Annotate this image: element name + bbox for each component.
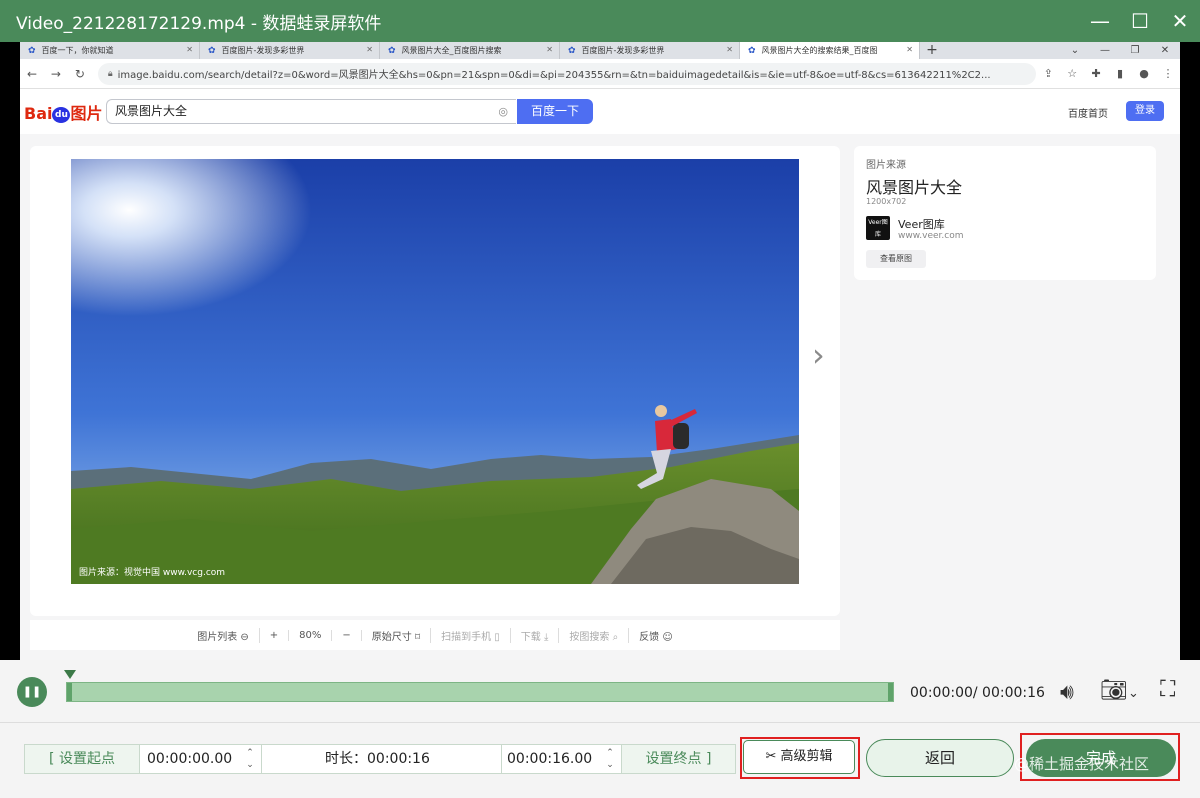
trim-range-bar: [ 设置起点 00:00:00.00 ⌃ ⌄ 时长：00:00:16 00:00:… [24, 744, 736, 774]
browser-tab[interactable]: ✿ 百度图片-发现多彩世界 ✕ [200, 42, 380, 59]
bracket-left-icon: [ [49, 751, 59, 767]
source-label: 图片来源 [866, 160, 906, 171]
baidu-header: Bai du 图片 风景图片大全 ◎ 百度一下 百度首页 登录 [20, 90, 1180, 134]
start-time-input[interactable]: 00:00:00.00 [147, 745, 243, 773]
tab-close-icon[interactable]: ✕ [366, 45, 373, 54]
tab-favicon-icon: ✿ [748, 45, 756, 56]
watermark-text: @稀土掘金技术社区 [1014, 755, 1150, 773]
scissors-icon: ✂ [765, 749, 781, 764]
restore-icon[interactable]: ❐ [1120, 42, 1150, 59]
zoom-in-button[interactable]: + [260, 629, 290, 641]
url-text: image.baidu.com/search/detail?z=0&word=风… [117, 70, 991, 81]
tab-favicon-icon: ✿ [568, 45, 576, 56]
bracket-right-icon: ] [701, 751, 712, 767]
veer-logo: Veer图库 [866, 216, 890, 240]
playback-bar: ❚❚ 00:00:00/ 00:00:16 🔊︎ 📷︎⌄ ⛶ [0, 660, 1200, 722]
menu-icon[interactable]: ⋮ [1156, 67, 1180, 80]
trim-end-handle[interactable] [888, 683, 893, 701]
image-dimensions: 1200x702 [866, 197, 907, 206]
camera-icon[interactable]: ◎ [498, 100, 508, 123]
profile-icon[interactable]: ● [1132, 67, 1156, 80]
image-list-button[interactable]: 图片列表 ⊖ [187, 627, 260, 643]
browser-tab[interactable]: ✿ 百度图片-发现多彩世界 ✕ [560, 42, 740, 59]
next-arrow-icon[interactable]: › [812, 336, 825, 374]
timecode: 00:00:00/ 00:00:16 [910, 685, 1045, 701]
scan-to-phone-button[interactable]: 扫描到手机 ▯ [431, 627, 511, 643]
tab-favicon-icon: ✿ [388, 45, 396, 56]
reload-icon[interactable]: ↻ [68, 67, 92, 81]
screenshot-camera-icon[interactable]: 📷︎⌄ [1100, 678, 1139, 703]
chevron-down-icon[interactable]: ⌄ [1128, 686, 1139, 701]
landscape-photo[interactable]: 图片来源：视觉中国 www.vcg.com [71, 159, 799, 584]
tab-favicon-icon: ✿ [28, 45, 36, 56]
viewer-toolbar: 图片列表 ⊖ + 80% − 原始尺寸 ⌑ 扫描到手机 ▯ 下载 ⤓ 按图搜索 … [30, 620, 840, 650]
browser-address-bar: ← → ↻ 🔒︎ image.baidu.com/search/detail?z… [20, 59, 1180, 89]
timeline-track[interactable] [66, 682, 894, 702]
image-detail-area: 图片来源：视觉中国 www.vcg.com › 图片列表 ⊖ + 80% − 原… [20, 134, 1180, 660]
landscape-photo-graphic [71, 159, 799, 584]
window-title: Video_221228172129.mp4 - 数据蛙录屏软件 [16, 13, 382, 34]
recorded-browser-screen: ✿ 百度一下，你就知道 ✕ ✿ 百度图片-发现多彩世界 ✕ ✿ 风景图片大全_百度图片搜索… [20, 42, 1180, 660]
original-size-button[interactable]: 原始尺寸 ⌑ [362, 627, 432, 643]
browser-tab-active[interactable]: ✿ 风景图片大全的搜索结果_百度图 ✕ [740, 42, 920, 59]
video-preview[interactable]: ✿ 百度一下，你就知道 ✕ ✿ 百度图片-发现多彩世界 ✕ ✿ 风景图片大全_百度图片搜索… [0, 42, 1200, 660]
login-button[interactable]: 登录 [1126, 101, 1164, 121]
minimize-icon[interactable]: — [1090, 42, 1120, 59]
maximize-icon[interactable]: ☐ [1120, 0, 1160, 42]
feedback-button[interactable]: 反馈 ☺ [629, 628, 683, 643]
star-icon[interactable]: ☆ [1060, 67, 1084, 80]
photo-credit: 图片来源：视觉中国 www.vcg.com [79, 568, 226, 578]
back-arrow-icon[interactable]: ← [20, 67, 44, 81]
download-button[interactable]: 下载 ⤓ [511, 627, 560, 643]
app-title-bar: Video_221228172129.mp4 - 数据蛙录屏软件 — ☐ ✕ [0, 0, 1200, 42]
baidu-logo[interactable]: Bai du 图片 [24, 100, 103, 124]
tab-close-icon[interactable]: ✕ [906, 45, 913, 54]
tab-favicon-icon: ✿ [208, 45, 216, 56]
advanced-edit-button[interactable]: ✂ 高级剪辑 [743, 740, 855, 774]
source-url[interactable]: www.veer.com [898, 231, 963, 241]
home-link[interactable]: 百度首页 [1068, 105, 1108, 120]
tab-close-icon[interactable]: ✕ [726, 45, 733, 54]
browser-tab[interactable]: ✿ 风景图片大全_百度图片搜索 ✕ [380, 42, 560, 59]
edit-controls: [ 设置起点 00:00:00.00 ⌃ ⌄ 时长：00:00:16 00:00:… [0, 722, 1200, 798]
fullscreen-icon[interactable]: ⛶ [1160, 677, 1175, 702]
zoom-level: 80% [289, 629, 333, 641]
close-icon[interactable]: ✕ [1150, 42, 1180, 59]
end-time-input[interactable]: 00:00:16.00 [507, 745, 603, 773]
url-field[interactable]: 🔒︎ image.baidu.com/search/detail?z=0&wor… [97, 62, 1037, 85]
close-icon[interactable]: ✕ [1160, 0, 1200, 42]
image-viewer: 图片来源：视觉中国 www.vcg.com › [30, 146, 840, 616]
image-title: 风景图片大全 [866, 178, 963, 197]
search-by-image-button[interactable]: 按图搜索 ⌕ [559, 627, 630, 643]
image-source-panel: 图片来源 风景图片大全 1200x702 Veer图库 Veer图库 www.v… [854, 146, 1156, 280]
minimize-icon[interactable]: — [1080, 0, 1120, 42]
share-icon[interactable]: ⇪ [1036, 67, 1060, 80]
search-button[interactable]: 百度一下 [517, 99, 593, 124]
source-name[interactable]: Veer图库 [898, 216, 945, 232]
lock-icon: 🔒︎ [107, 68, 113, 79]
view-original-button[interactable]: 查看原图 [866, 250, 926, 268]
chevron-down-icon[interactable]: ⌄ [1060, 42, 1090, 59]
sidebar-icon[interactable]: ▮ [1108, 67, 1132, 80]
new-tab-icon[interactable]: + [920, 42, 944, 59]
end-time-stepper[interactable]: ⌃ ⌄ [603, 745, 617, 773]
duration-label: 时长：00:00:16 [325, 751, 430, 767]
trim-start-handle[interactable] [67, 683, 72, 701]
playhead-marker[interactable] [64, 670, 76, 679]
back-button[interactable]: 返回 [866, 739, 1014, 777]
tab-close-icon[interactable]: ✕ [186, 45, 193, 54]
forward-arrow-icon[interactable]: → [44, 67, 68, 81]
set-start-button[interactable]: [ 设置起点 [25, 745, 139, 773]
zoom-out-button[interactable]: − [332, 629, 362, 641]
start-time-stepper[interactable]: ⌃ ⌄ [243, 745, 257, 773]
volume-icon[interactable]: 🔊︎ [1060, 680, 1074, 705]
tab-close-icon[interactable]: ✕ [546, 45, 553, 54]
browser-tab[interactable]: ✿ 百度一下，你就知道 ✕ [20, 42, 200, 59]
pause-button[interactable]: ❚❚ [17, 677, 47, 707]
extensions-icon[interactable]: ✚ [1084, 67, 1108, 80]
browser-window-controls: ⌄ — ❐ ✕ [1060, 42, 1180, 59]
search-input[interactable]: 风景图片大全 ◎ [106, 99, 516, 124]
browser-tab-strip: ✿ 百度一下，你就知道 ✕ ✿ 百度图片-发现多彩世界 ✕ ✿ 风景图片大全_百度图片搜索… [20, 42, 1180, 59]
set-end-button[interactable]: 设置终点 ] [622, 745, 735, 773]
